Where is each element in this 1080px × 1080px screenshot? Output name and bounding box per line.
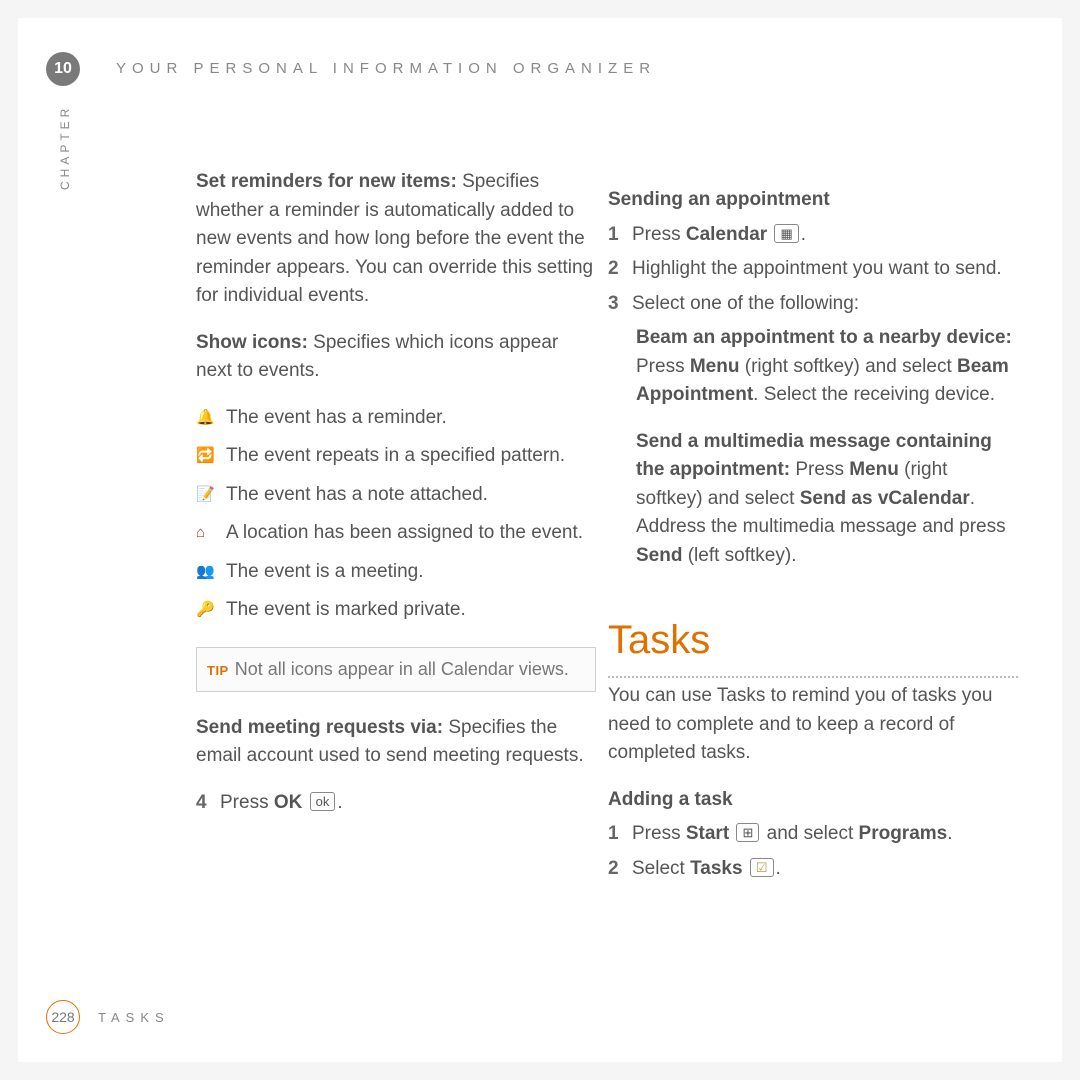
- sending-step-2: 2 Highlight the appointment you want to …: [608, 255, 1018, 284]
- icon-text: The event has a reminder.: [226, 404, 447, 433]
- step-text: .: [337, 792, 342, 813]
- step-bold: Calendar: [686, 224, 767, 245]
- location-icon: ⌂: [196, 522, 218, 545]
- icon-row-private: 🔑 The event is marked private.: [196, 596, 596, 625]
- step-bold: Start: [686, 823, 729, 844]
- repeat-icon: 🔁: [196, 445, 218, 468]
- tasks-key-icon: ☑: [750, 858, 774, 877]
- icon-row-reminder: 🔔 The event has a reminder.: [196, 404, 596, 433]
- right-column: Sending an appointment 1 Press Calendar …: [608, 168, 1018, 889]
- meeting-icon: 👥: [196, 561, 218, 584]
- sending-option-mms: Send a multimedia message containing the…: [636, 428, 1018, 571]
- icon-text: A location has been assigned to the even…: [226, 519, 583, 548]
- tip-body: Not all icons appear in all Calendar vie…: [235, 659, 569, 679]
- chapter-side-label: CHAPTER: [58, 105, 72, 190]
- step-bold: Programs: [859, 823, 948, 844]
- step-number: 1: [608, 820, 632, 849]
- step-bold: Tasks: [690, 858, 742, 879]
- icon-row-location: ⌂ A location has been assigned to the ev…: [196, 519, 596, 548]
- note-icon: 📝: [196, 484, 218, 507]
- page-number: 228: [46, 1000, 80, 1034]
- step-text: .: [801, 224, 806, 245]
- step-text: Select: [632, 858, 690, 879]
- step-text: .: [776, 858, 781, 879]
- sending-step-3: 3 Select one of the following:: [608, 290, 1018, 319]
- step-body: Select one of the following:: [632, 290, 859, 319]
- tasks-intro: You can use Tasks to remind you of tasks…: [608, 682, 1018, 768]
- step-number: 2: [608, 855, 632, 884]
- tip-callout: TIP Not all icons appear in all Calendar …: [196, 647, 596, 692]
- icon-text: The event is marked private.: [226, 596, 466, 625]
- opt-bold: Send: [636, 545, 682, 566]
- opt-text: . Select the receiving device.: [753, 384, 995, 405]
- step-text: Press: [632, 224, 686, 245]
- icon-row-note: 📝 The event has a note attached.: [196, 481, 596, 510]
- step-number: 4: [196, 789, 220, 818]
- opt-bold: Beam an appointment to a nearby device:: [636, 327, 1012, 348]
- step-bold: OK: [274, 792, 303, 813]
- start-key-icon: ⊞: [736, 823, 759, 842]
- icon-row-repeat: 🔁 The event repeats in a specified patte…: [196, 442, 596, 471]
- sending-step-1: 1 Press Calendar ▦.: [608, 221, 1018, 250]
- calendar-key-icon: ▦: [774, 224, 798, 243]
- ok-key-icon: ok: [310, 792, 336, 811]
- show-icons-para: Show icons: Specifies which icons appear…: [196, 329, 596, 386]
- show-icons-heading: Show icons:: [196, 332, 308, 353]
- sending-heading: Sending an appointment: [608, 186, 1018, 215]
- adding-step-1: 1 Press Start ⊞ and select Programs.: [608, 820, 1018, 849]
- adding-step-2: 2 Select Tasks ☑.: [608, 855, 1018, 884]
- tasks-section-title: Tasks: [608, 610, 1018, 678]
- opt-bold: Menu: [849, 459, 899, 480]
- set-reminders-heading: Set reminders for new items:: [196, 171, 457, 192]
- step-text: Press: [220, 792, 274, 813]
- opt-bold: Send as vCalendar: [800, 488, 970, 509]
- step-4: 4 Press OK ok.: [196, 789, 596, 818]
- opt-bold: Menu: [690, 356, 740, 377]
- key-icon: 🔑: [196, 599, 218, 622]
- opt-text: Press: [790, 459, 849, 480]
- send-meeting-heading: Send meeting requests via:: [196, 717, 443, 738]
- sending-option-beam: Beam an appointment to a nearby device: …: [636, 324, 1018, 410]
- chapter-number-badge: 10: [46, 52, 80, 86]
- icon-row-meeting: 👥 The event is a meeting.: [196, 558, 596, 587]
- adding-task-heading: Adding a task: [608, 786, 1018, 815]
- step-body: Press OK ok.: [220, 789, 343, 818]
- step-number: 1: [608, 221, 632, 250]
- left-column: Set reminders for new items: Specifies w…: [196, 168, 596, 823]
- opt-text: (right softkey) and select: [739, 356, 957, 377]
- opt-text: Press: [636, 356, 690, 377]
- tip-label: TIP: [207, 663, 229, 678]
- step-body: Press Start ⊞ and select Programs.: [632, 820, 953, 849]
- icon-text: The event repeats in a specified pattern…: [226, 442, 565, 471]
- icon-legend-list: 🔔 The event has a reminder. 🔁 The event …: [196, 404, 596, 625]
- step-text: .: [947, 823, 952, 844]
- send-meeting-para: Send meeting requests via: Specifies the…: [196, 714, 596, 771]
- icon-text: The event is a meeting.: [226, 558, 424, 587]
- set-reminders-para: Set reminders for new items: Specifies w…: [196, 168, 596, 311]
- header-title: YOUR PERSONAL INFORMATION ORGANIZER: [116, 60, 656, 77]
- footer-title: TASKS: [98, 1010, 170, 1025]
- manual-page: 10 YOUR PERSONAL INFORMATION ORGANIZER C…: [18, 18, 1062, 1062]
- step-text: Press: [632, 823, 686, 844]
- step-body: Highlight the appointment you want to se…: [632, 255, 1002, 284]
- page-footer: 228 TASKS: [46, 1000, 170, 1034]
- bell-icon: 🔔: [196, 407, 218, 430]
- opt-text: (left softkey).: [682, 545, 796, 566]
- step-body: Select Tasks ☑.: [632, 855, 781, 884]
- step-body: Press Calendar ▦.: [632, 221, 806, 250]
- icon-text: The event has a note attached.: [226, 481, 488, 510]
- step-text: and select: [761, 823, 858, 844]
- step-number: 3: [608, 290, 632, 319]
- step-number: 2: [608, 255, 632, 284]
